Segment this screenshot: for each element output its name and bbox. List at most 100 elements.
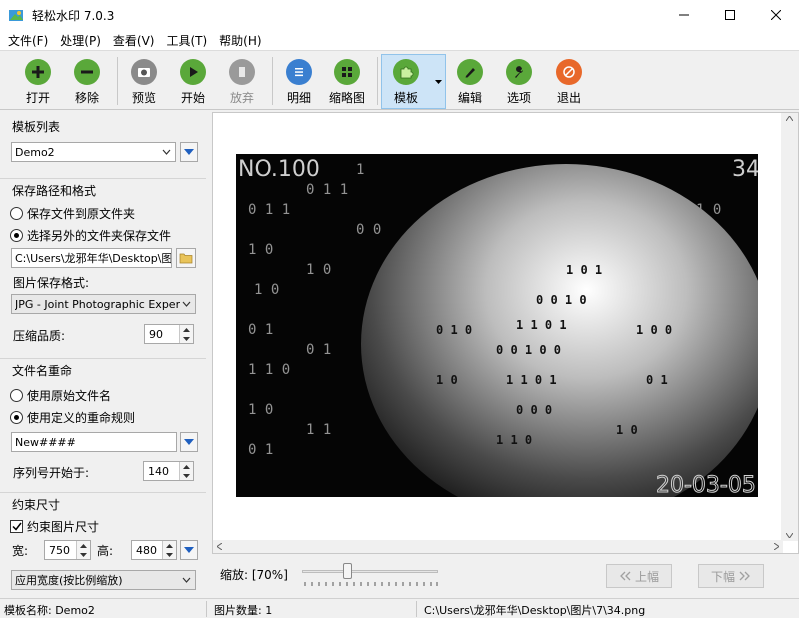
radio-save-original[interactable]: 保存文件到原文件夹 — [10, 205, 135, 222]
format-select[interactable]: JPG - Joint Photographic Experts Group — [11, 294, 196, 314]
next-image-button[interactable]: 下幅 — [698, 564, 764, 588]
zoom-slider-track[interactable] — [302, 570, 438, 573]
status-file-path: C:\Users\龙邪年华\Desktop\图片\7\34.png — [424, 604, 646, 617]
svg-text:1 1 0 1: 1 1 0 1 — [516, 318, 567, 332]
radio-save-other[interactable]: 选择另外的文件夹保存文件 — [10, 227, 171, 244]
spin-down-icon[interactable] — [180, 334, 193, 343]
sequence-label: 序列号开始于: — [13, 466, 90, 480]
spin-down-icon[interactable] — [163, 550, 176, 559]
format-label: 图片保存格式: — [13, 276, 90, 290]
divider — [0, 358, 206, 359]
minus-icon — [74, 59, 100, 85]
svg-text:1 0 0: 1 0 0 — [636, 323, 672, 337]
spin-up-icon[interactable] — [180, 325, 193, 334]
list-icon — [286, 59, 312, 85]
spin-down-icon[interactable] — [77, 550, 90, 559]
svg-text:1 0: 1 0 — [616, 423, 638, 437]
svg-text:0 1: 0 1 — [306, 342, 331, 358]
triangle-down-icon — [184, 439, 194, 445]
chevron-down-icon — [434, 80, 442, 84]
camera-icon — [131, 59, 157, 85]
quality-stepper[interactable]: 90 — [144, 324, 194, 344]
svg-text:1: 1 — [356, 162, 364, 178]
edit-button[interactable]: 编辑 — [446, 56, 494, 108]
pencil-icon — [457, 59, 483, 85]
spin-down-icon[interactable] — [180, 471, 193, 480]
panel-splitter[interactable] — [206, 112, 211, 598]
svg-text:0 1 1: 0 1 1 — [248, 202, 290, 218]
scroll-left-icon[interactable] — [217, 543, 222, 550]
start-button[interactable]: 开始 — [169, 56, 217, 108]
close-button[interactable] — [753, 0, 799, 30]
title-bar: 轻松水印 7.0.3 — [0, 0, 799, 30]
zoom-controls: 缩放: [70%] 上幅 下幅 — [212, 556, 799, 598]
menu-view[interactable]: 查看(V) — [107, 32, 161, 49]
preview-button[interactable]: 预览 — [120, 56, 168, 108]
maximize-button[interactable] — [707, 0, 753, 30]
svg-text:0 1 1: 0 1 1 — [306, 182, 348, 198]
open-button[interactable]: 打开 — [14, 56, 62, 108]
exit-button[interactable]: 退出 — [545, 56, 593, 108]
minimize-icon — [679, 14, 689, 16]
radio-custom-name[interactable]: 使用定义的重命规则 — [10, 409, 135, 426]
menu-file[interactable]: 文件(F) — [2, 32, 54, 49]
maximize-icon — [725, 10, 735, 20]
svg-text:1 0: 1 0 — [254, 282, 279, 298]
svg-text:1 0: 1 0 — [248, 242, 273, 258]
status-bar: 模板名称: Demo2 图片数量: 1 C:\Users\龙邪年华\Deskto… — [0, 598, 799, 618]
rename-pattern-input[interactable]: New#### — [11, 432, 177, 452]
wrench-icon — [506, 59, 532, 85]
watermark-top-right: 34 — [732, 157, 758, 182]
svg-text:0 1 0: 0 1 0 — [436, 323, 472, 337]
spin-up-icon[interactable] — [180, 462, 193, 471]
play-icon — [180, 59, 206, 85]
menu-process[interactable]: 处理(P) — [54, 32, 107, 49]
menu-help[interactable]: 帮助(H) — [213, 32, 267, 49]
height-label: 高: — [97, 544, 114, 558]
svg-text:1 0 1: 1 0 1 — [566, 263, 602, 277]
zoom-slider-thumb[interactable] — [343, 563, 352, 579]
abort-button[interactable]: 放弃 — [218, 56, 266, 108]
svg-text:0 1: 0 1 — [646, 373, 668, 387]
constrain-mode-select[interactable]: 应用宽度(按比例缩放) — [11, 570, 196, 590]
thumbnail-button[interactable]: 缩略图 — [323, 56, 371, 108]
template-button[interactable]: 模板 — [382, 56, 430, 108]
template-menu-button[interactable] — [180, 142, 198, 162]
template-dropdown-button[interactable] — [430, 57, 446, 107]
scroll-down-icon[interactable] — [786, 533, 793, 538]
status-template-name: 模板名称: Demo2 — [4, 604, 95, 617]
spin-up-icon[interactable] — [163, 541, 176, 550]
scroll-right-icon[interactable] — [774, 543, 779, 550]
size-menu-button[interactable] — [180, 540, 198, 560]
rename-pattern-menu-button[interactable] — [180, 432, 198, 452]
remove-button[interactable]: 移除 — [63, 56, 111, 108]
horizontal-scrollbar[interactable] — [213, 540, 783, 553]
app-icon — [9, 10, 23, 21]
save-path-field[interactable]: C:\Users\龙邪年华\Desktop\图片 — [11, 248, 172, 268]
watermark-top-left: NO.100 — [238, 157, 320, 182]
spin-up-icon[interactable] — [77, 541, 90, 550]
minimize-button[interactable] — [661, 0, 707, 30]
sequence-stepper[interactable]: 140 — [143, 461, 194, 481]
window-controls — [661, 0, 799, 30]
vertical-scrollbar[interactable] — [781, 113, 798, 541]
radio-original-name[interactable]: 使用原始文件名 — [10, 387, 111, 404]
triangle-down-icon — [184, 547, 194, 553]
detail-button[interactable]: 明细 — [275, 56, 323, 108]
previous-image-button[interactable]: 上幅 — [606, 564, 672, 588]
options-button[interactable]: 选项 — [495, 56, 543, 108]
height-stepper[interactable]: 480 — [131, 540, 177, 560]
chevron-down-icon — [162, 149, 171, 155]
template-select[interactable]: Demo2 — [11, 142, 176, 162]
preview-image: 0 1 1 1 0 1 0 0 1 1 1 0 1 0 0 1 0 1 1 1 0 0 1 1… — [236, 154, 758, 497]
constrain-section-title: 约束尺寸 — [12, 498, 61, 512]
menu-tools[interactable]: 工具(T) — [160, 32, 213, 49]
window-title: 轻松水印 7.0.3 — [32, 8, 115, 23]
zoom-slider-ticks — [304, 582, 438, 586]
scroll-up-icon[interactable] — [786, 116, 793, 121]
width-stepper[interactable]: 750 — [44, 540, 91, 560]
browse-folder-button[interactable] — [176, 248, 196, 268]
binary-sphere-image: 0 1 1 1 0 1 0 0 1 1 1 0 1 0 0 1 0 1 1 1 0 0 1 1… — [236, 154, 758, 497]
zoom-label: 缩放: [70%] — [220, 568, 288, 582]
constrain-size-checkbox[interactable]: 约束图片尺寸 — [10, 518, 99, 535]
